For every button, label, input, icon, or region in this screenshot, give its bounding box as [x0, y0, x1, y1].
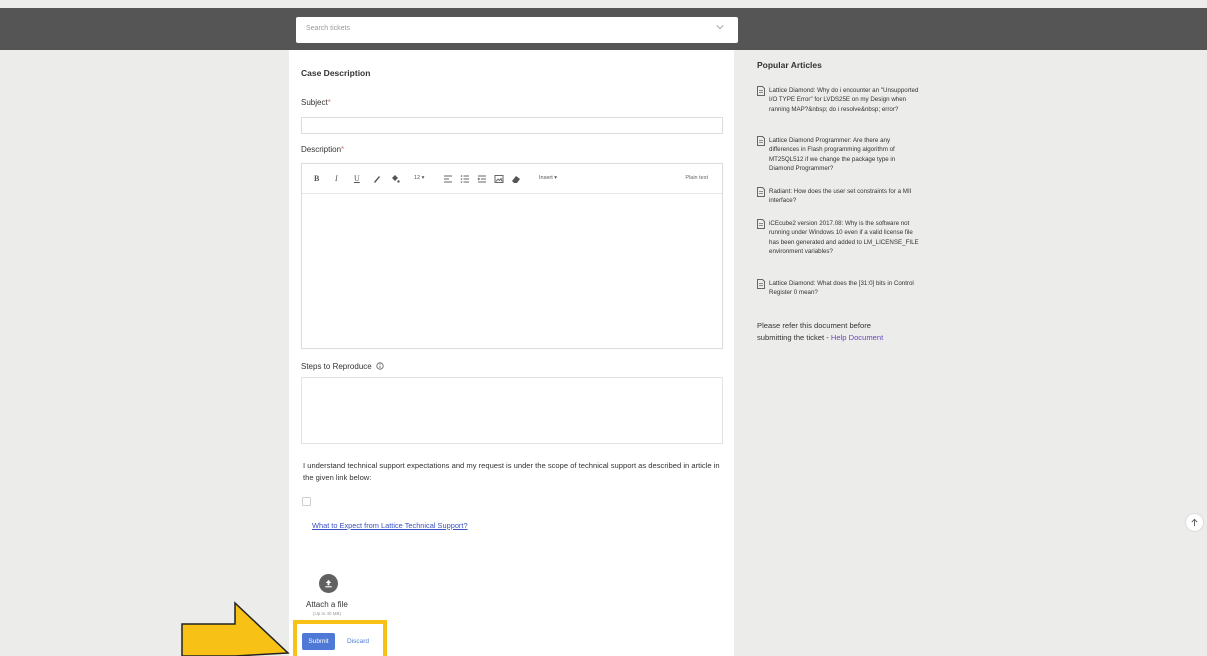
article-link[interactable]: Lattice Diamond: Why do i encounter an "…: [769, 86, 919, 114]
required-mark: *: [341, 145, 345, 154]
bold-button[interactable]: B: [314, 174, 319, 184]
scroll-to-top-button[interactable]: [1185, 513, 1204, 532]
search-placeholder: Search tickets: [306, 25, 350, 32]
subject-input[interactable]: [301, 117, 723, 134]
acknowledgement-checkbox[interactable]: [302, 497, 311, 506]
help-document-link[interactable]: Help Document: [831, 333, 883, 342]
italic-button[interactable]: I: [335, 174, 338, 184]
align-left-icon[interactable]: [443, 174, 453, 184]
required-mark: *: [327, 98, 331, 107]
insert-menu[interactable]: Insert ▾: [539, 175, 557, 181]
document-icon: [757, 219, 765, 229]
discard-button[interactable]: Discard: [347, 638, 369, 645]
chevron-down-icon[interactable]: [716, 23, 724, 31]
acknowledgement-text: I understand technical support expectati…: [303, 461, 720, 482]
editor-toolbar: B I U 12 ▾ Insert ▾ Plain text: [302, 164, 722, 194]
description-editor[interactable]: B I U 12 ▾ Insert ▾ Plain text: [301, 163, 723, 349]
image-icon[interactable]: [494, 174, 504, 184]
text-color-icon[interactable]: [372, 174, 382, 184]
attach-file-label: Attach a file: [306, 600, 348, 609]
description-label: Description*: [301, 145, 344, 154]
document-icon: [757, 279, 765, 289]
steps-label: Steps to Reproduce: [301, 362, 384, 371]
attach-size-hint: (Up to 40 MB): [313, 611, 342, 616]
document-icon: [757, 187, 765, 197]
refer-document-note: Please refer this document before submit…: [757, 320, 907, 343]
support-expectations-link[interactable]: What to Expect from Lattice Technical Su…: [312, 521, 468, 530]
popular-articles-title: Popular Articles: [757, 60, 822, 70]
article-link[interactable]: Lattice Diamond: What does the [31:0] bi…: [769, 279, 919, 298]
plain-text-toggle[interactable]: Plain text: [685, 175, 708, 181]
arrow-annotation-icon: [181, 601, 290, 656]
attach-file-button[interactable]: [319, 574, 338, 593]
highlight-color-icon[interactable]: [390, 174, 400, 184]
font-size-select[interactable]: 12 ▾: [414, 175, 424, 181]
search-input[interactable]: Search tickets: [296, 17, 738, 43]
subject-label-text: Subject: [301, 98, 328, 107]
arrow-up-icon: [1191, 518, 1198, 527]
document-icon: [757, 86, 765, 96]
steps-to-reproduce-input[interactable]: [301, 377, 723, 444]
article-link[interactable]: Radiant: How does the user set constrain…: [769, 187, 919, 206]
case-form-panel: Case Description Subject* Description* B…: [289, 50, 734, 656]
underline-button[interactable]: U: [354, 174, 360, 184]
description-label-text: Description: [301, 145, 342, 154]
indent-icon[interactable]: [477, 174, 487, 184]
list-icon[interactable]: [460, 174, 470, 184]
submit-button[interactable]: Submit: [302, 633, 335, 650]
upload-icon: [325, 579, 332, 588]
article-link[interactable]: Lattice Diamond Programmer: Are there an…: [769, 136, 919, 173]
document-icon: [757, 136, 765, 146]
article-link[interactable]: iCEcube2 version 2017.08: Why is the sof…: [769, 219, 919, 256]
subject-label: Subject*: [301, 98, 331, 107]
steps-label-text: Steps to Reproduce: [301, 362, 372, 371]
section-title: Case Description: [301, 68, 371, 78]
eraser-icon[interactable]: [511, 174, 521, 184]
info-icon[interactable]: [376, 362, 384, 370]
